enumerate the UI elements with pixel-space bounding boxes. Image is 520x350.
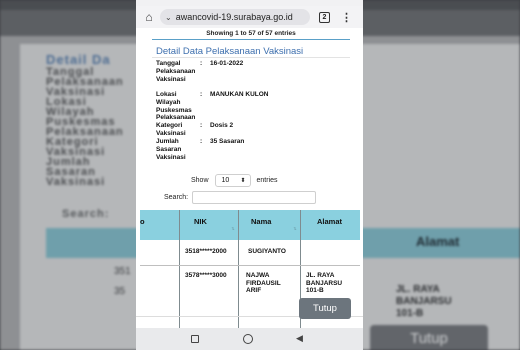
info-label: Lokasi Wilayah Puskesmas Pelaksanaan (156, 91, 196, 122)
info-colon: : (200, 60, 203, 67)
info-colon: : (200, 91, 203, 98)
phone-screen: ⌂ ⌄ awancovid-19.surabaya.go.id 2 ⋮ Show… (136, 0, 363, 350)
recents-icon[interactable] (191, 335, 199, 343)
home-circle-icon[interactable] (243, 334, 253, 344)
entries-selected: 10 (221, 177, 230, 184)
info-label: Jumlah Sasaran Vaksinasi (156, 138, 186, 161)
divider (152, 39, 350, 40)
info-colon: : (200, 122, 203, 129)
android-nav-bar: ◀ (136, 328, 363, 350)
bg-row-prefix: 351 (114, 266, 131, 277)
modal-title: Detail Data Pelaksanaan Vaksinasi (156, 46, 304, 57)
info-value: Dosis 2 (210, 122, 234, 129)
cell-nama: SUGIYANTO (248, 248, 286, 255)
url-text: awancovid-19.surabaya.go.id (175, 12, 293, 22)
cell-nik: 3518*****2000 (185, 248, 227, 255)
search-filter: Search: (164, 191, 317, 204)
column-header-no[interactable]: o (140, 210, 168, 240)
sort-updown-icon: ⬍ (240, 178, 246, 184)
column-header-nama[interactable]: Nama ↑↓ (239, 210, 300, 240)
show-label: Show (191, 177, 209, 184)
bg-close-button: Tutup (370, 325, 488, 350)
sort-icon: ↑↓ (293, 226, 297, 232)
entries-info: Showing 1 to 57 of 57 entries (206, 30, 296, 37)
bg-search-label: Search: (62, 208, 110, 220)
close-button[interactable]: Tutup (299, 298, 351, 319)
info-value: 16-01-2022 (210, 60, 244, 67)
column-header-label: Alamat (317, 217, 343, 226)
column-header-label: Nama (251, 217, 272, 226)
home-icon[interactable]: ⌂ (138, 6, 160, 28)
search-label: Search: (164, 194, 189, 201)
search-input[interactable] (192, 191, 317, 204)
info-row-category: Kategori Vaksinasi : Dosis 2 (156, 122, 351, 138)
cell-alamat: JL. RAYA BANJARSU 101-B (306, 272, 343, 294)
cell-nama: NAJWA FIRDAUSIL ARIF (246, 272, 281, 294)
length-menu: Show 10 ⬍ entries (191, 174, 278, 187)
detail-info: Tanggal Pelaksanaan Vaksinasi : 16-01-20… (156, 60, 351, 169)
info-label: Kategori Vaksinasi (156, 122, 186, 137)
column-header-alamat[interactable]: Alamat (301, 210, 360, 240)
bg-cell-right: JL. RAYA BANJARSU 101-B (396, 284, 452, 319)
column-header-nik[interactable]: NIK ↑↓ (180, 210, 238, 240)
bg-field: Vaksinasi (46, 176, 106, 188)
sort-icon: ↑↓ (231, 226, 235, 232)
divider (152, 57, 350, 58)
info-row-date: Tanggal Pelaksanaan Vaksinasi : 16-01-20… (156, 60, 351, 91)
tabs-counter-icon[interactable]: 2 (319, 11, 330, 23)
chevron-down-icon: ⌄ (165, 12, 172, 22)
more-menu-icon[interactable]: ⋮ (341, 11, 352, 24)
entries-select[interactable]: 10 ⬍ (214, 174, 251, 187)
url-bar[interactable]: ⌄ awancovid-19.surabaya.go.id (160, 9, 310, 25)
modal-dialog: Showing 1 to 57 of 57 entries Detail Dat… (136, 28, 363, 328)
info-label: Tanggal Pelaksanaan Vaksinasi (156, 60, 196, 83)
info-value: MANUKAN KULON (210, 91, 269, 98)
bg-header-right: Alamat (416, 234, 460, 249)
info-row-location: Lokasi Wilayah Puskesmas Pelaksanaan : M… (156, 91, 351, 122)
cell-nik: 3578*****3000 (185, 272, 227, 279)
browser-toolbar: ⌂ ⌄ awancovid-19.surabaya.go.id 2 ⋮ (136, 6, 363, 28)
back-icon[interactable]: ◀ (296, 333, 303, 344)
info-value: 35 Sasaran (210, 138, 245, 145)
bg-title: Detail Da (46, 52, 111, 67)
bg-row-prefix: 35 (114, 286, 126, 297)
table-header: o NIK ↑↓ Nama ↑↓ Alamat (140, 210, 360, 240)
info-colon: : (200, 138, 203, 145)
info-row-target: Jumlah Sasaran Vaksinasi : 35 Sasaran (156, 138, 351, 169)
column-header-label: NIK (194, 217, 207, 226)
table-row[interactable]: 3518*****2000 SUGIYANTO (140, 240, 360, 266)
column-header-label: o (140, 217, 145, 226)
entries-label: entries (256, 177, 278, 184)
